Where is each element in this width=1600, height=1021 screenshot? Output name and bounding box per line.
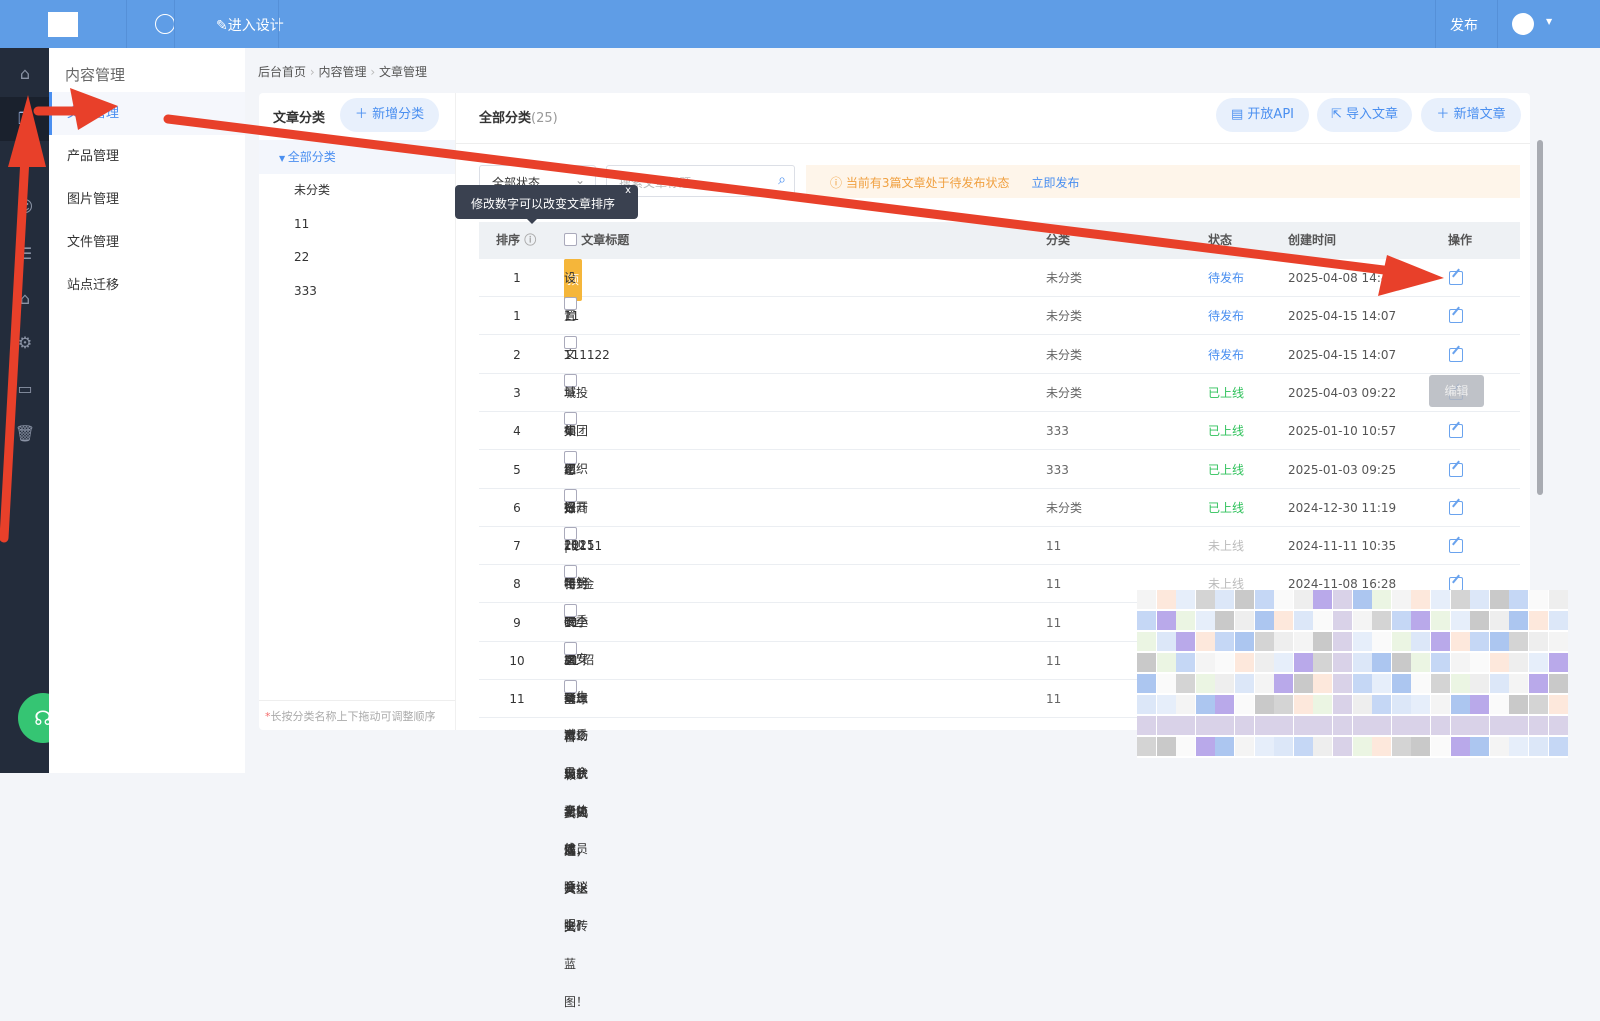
annotation-arrows [0, 88, 1444, 543]
